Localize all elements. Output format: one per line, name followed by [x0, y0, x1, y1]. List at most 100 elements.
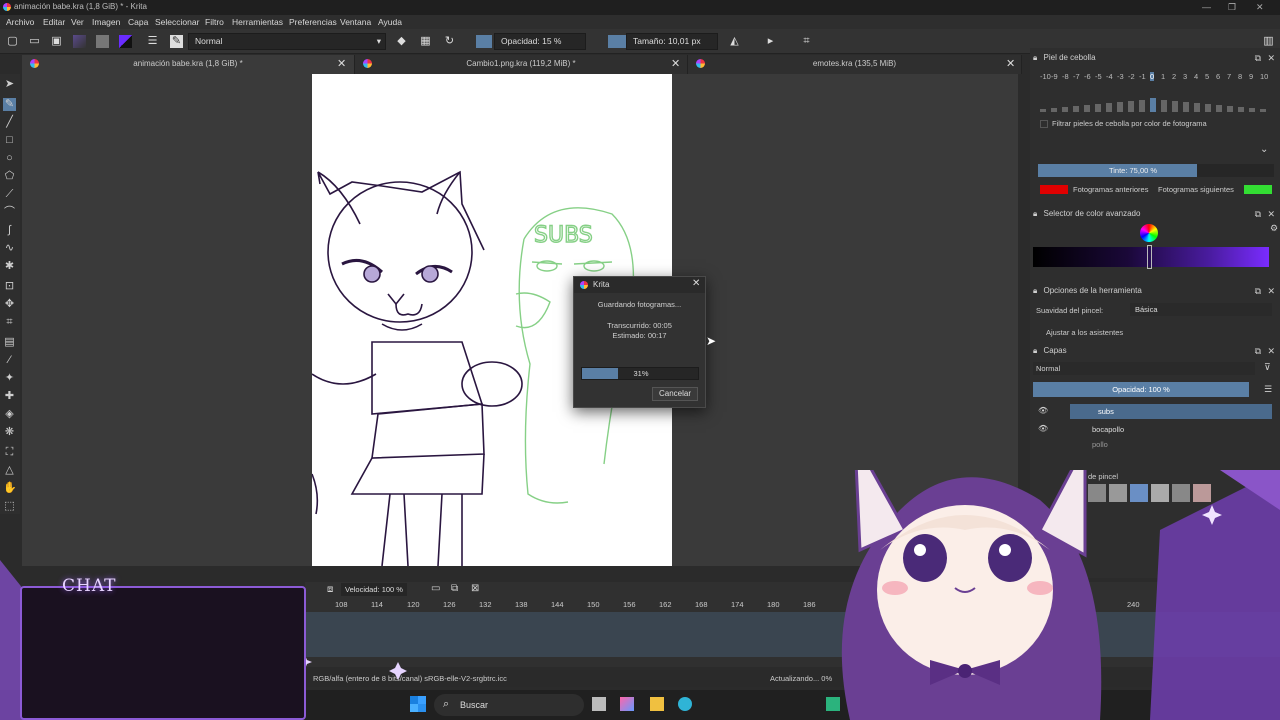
- onion-frame-6[interactable]: 6: [1216, 72, 1220, 81]
- menu-ayuda[interactable]: Ayuda: [378, 17, 402, 27]
- lock-icon[interactable]: 🔒︎: [1033, 209, 1037, 218]
- onion-frame-1[interactable]: 1: [1161, 72, 1165, 81]
- tint-slider[interactable]: Tinte: 75,00 %: [1038, 164, 1274, 177]
- lock-icon[interactable]: 🔒︎: [1033, 286, 1037, 295]
- transform-tool-icon[interactable]: ⊡: [3, 280, 16, 293]
- onion-frame-3[interactable]: 3: [1183, 72, 1187, 81]
- multibrush-icon[interactable]: ✱: [3, 260, 16, 273]
- float-docker-icon[interactable]: ⧉: [1255, 286, 1261, 297]
- onion-frame-8[interactable]: 8: [1238, 72, 1242, 81]
- menu-capa[interactable]: Capa: [128, 17, 148, 27]
- float-docker-icon[interactable]: ⧉: [1255, 209, 1261, 220]
- move-tool-icon[interactable]: ✥: [3, 298, 16, 311]
- onion-bar-1[interactable]: [1161, 100, 1167, 112]
- onion-bar-9[interactable]: [1249, 108, 1255, 112]
- layer-blend-select[interactable]: Normal: [1033, 362, 1255, 375]
- onion-frame--4[interactable]: -4: [1106, 72, 1113, 81]
- layer-menu-icon[interactable]: ☰: [1264, 384, 1272, 395]
- mirror-horizontal-icon[interactable]: ◭: [728, 35, 741, 48]
- onion-bar-0[interactable]: [1150, 98, 1156, 112]
- onion-bar-10[interactable]: [1260, 109, 1266, 112]
- gradient-tool-icon[interactable]: ▤: [3, 336, 16, 349]
- onion-bar-5[interactable]: [1205, 104, 1211, 112]
- onion-bar-7[interactable]: [1227, 106, 1233, 112]
- onion-bar-8[interactable]: [1238, 107, 1244, 112]
- onion-frame--6[interactable]: -6: [1084, 72, 1091, 81]
- onion-frame-7[interactable]: 7: [1227, 72, 1231, 81]
- color-picker-icon[interactable]: ⁄: [3, 354, 16, 367]
- lock-icon[interactable]: 🔒︎: [1033, 346, 1037, 355]
- layer-opacity-slider[interactable]: Opacidad: 100 %: [1033, 382, 1249, 397]
- onion-frame--1[interactable]: -1: [1139, 72, 1146, 81]
- dynamic-brush-icon[interactable]: ∿: [3, 242, 16, 255]
- reload-preset-icon[interactable]: ↻: [443, 35, 456, 48]
- onion-frame--5[interactable]: -5: [1095, 72, 1102, 81]
- onion-bar-6[interactable]: [1216, 105, 1222, 112]
- onion-frame-9[interactable]: 9: [1249, 72, 1253, 81]
- line-tool-icon[interactable]: ╱: [3, 116, 16, 129]
- onion-bar--4[interactable]: [1106, 103, 1112, 112]
- mirror-vertical-icon[interactable]: ▸: [764, 35, 777, 48]
- onion-frame--9[interactable]: -9: [1051, 72, 1058, 81]
- polygon-tool-icon[interactable]: ⬠: [3, 170, 16, 183]
- menu-preferencias[interactable]: Preferencias: [289, 17, 337, 27]
- onion-bar--2[interactable]: [1128, 101, 1134, 112]
- pattern-swatch-icon[interactable]: [96, 35, 109, 48]
- freehand-brush-icon[interactable]: ✎: [3, 98, 16, 111]
- assistant-tool-icon[interactable]: ✚: [3, 390, 16, 403]
- workspace-icon[interactable]: ▥: [1262, 35, 1275, 48]
- onion-frame-5[interactable]: 5: [1205, 72, 1209, 81]
- filter-icon[interactable]: ⊽: [1264, 362, 1271, 373]
- onion-frame--3[interactable]: -3: [1117, 72, 1124, 81]
- dialog-close-icon[interactable]: ✕: [692, 278, 700, 289]
- menu-editar[interactable]: Editar: [43, 17, 65, 27]
- onion-frame--10[interactable]: -10: [1040, 72, 1051, 81]
- freehand-path-icon[interactable]: ∫: [3, 224, 16, 237]
- alpha-lock-icon[interactable]: ▦: [419, 35, 432, 48]
- onion-bar-3[interactable]: [1183, 102, 1189, 112]
- onion-frame--8[interactable]: -8: [1062, 72, 1069, 81]
- eraser-icon[interactable]: ◆: [395, 35, 408, 48]
- tab-emotes[interactable]: emotes.kra (135,5 MiB) ✕: [688, 55, 1022, 74]
- brush-preset-icon[interactable]: ✎: [170, 35, 183, 48]
- minimize-icon[interactable]: —: [1202, 2, 1211, 12]
- chevron-down-icon[interactable]: ⌄: [1260, 144, 1268, 155]
- tab-cambio1[interactable]: Cambio1.png.kra (119,2 MiB) * ✕: [355, 55, 688, 74]
- onion-frame-4[interactable]: 4: [1194, 72, 1198, 81]
- float-docker-icon[interactable]: ⧉: [1255, 346, 1261, 357]
- fg-bg-color-icon[interactable]: [119, 35, 132, 48]
- open-folder-icon[interactable]: ▭: [28, 35, 41, 48]
- onion-bar--9[interactable]: [1051, 108, 1057, 112]
- color-cursor[interactable]: [1147, 245, 1152, 269]
- float-docker-icon[interactable]: ⧉: [1255, 53, 1261, 64]
- onion-frame-2[interactable]: 2: [1172, 72, 1176, 81]
- filter-checkbox[interactable]: [1040, 120, 1048, 128]
- size-slider[interactable]: Tamaño: 10,01 px: [626, 33, 718, 50]
- tab-animacion-babe[interactable]: animación babe.kra (1,8 GiB) * ✕: [22, 55, 355, 74]
- prev-frames-color[interactable]: [1040, 185, 1068, 194]
- wrap-around-icon[interactable]: ⌗: [800, 35, 813, 48]
- smart-patch-icon[interactable]: ✦: [3, 372, 16, 385]
- brush-settings-icon[interactable]: ☰: [146, 35, 159, 48]
- lock-icon[interactable]: 🔒︎: [1033, 53, 1037, 62]
- menu-archivo[interactable]: Archivo: [6, 17, 34, 27]
- settings-icon[interactable]: ⚙: [1270, 223, 1278, 234]
- layer-row-subs[interactable]: subs: [1070, 404, 1272, 419]
- onion-bar--3[interactable]: [1117, 102, 1123, 112]
- onion-bar--8[interactable]: [1062, 107, 1068, 112]
- maximize-icon[interactable]: ❐: [1228, 2, 1236, 13]
- enclose-fill-icon[interactable]: ❋: [3, 426, 16, 439]
- onion-bar-2[interactable]: [1172, 101, 1178, 112]
- new-document-icon[interactable]: ▢: [6, 35, 19, 48]
- bezier-tool-icon[interactable]: ⌒: [3, 206, 16, 219]
- close-tab-icon[interactable]: ✕: [337, 57, 346, 70]
- onion-bar--6[interactable]: [1084, 105, 1090, 112]
- gradient-swatch-icon[interactable]: [73, 35, 86, 48]
- smoothing-select[interactable]: Básica: [1130, 303, 1272, 316]
- menu-herramientas[interactable]: Herramientas: [232, 17, 283, 27]
- layer-row-bocapollo[interactable]: bocapollo: [1070, 422, 1272, 437]
- onion-frame-10[interactable]: 10: [1260, 72, 1268, 81]
- reference-tool-icon[interactable]: ⛶: [3, 446, 16, 459]
- onion-bar--7[interactable]: [1073, 106, 1079, 112]
- close-tab-icon[interactable]: ✕: [1006, 57, 1015, 70]
